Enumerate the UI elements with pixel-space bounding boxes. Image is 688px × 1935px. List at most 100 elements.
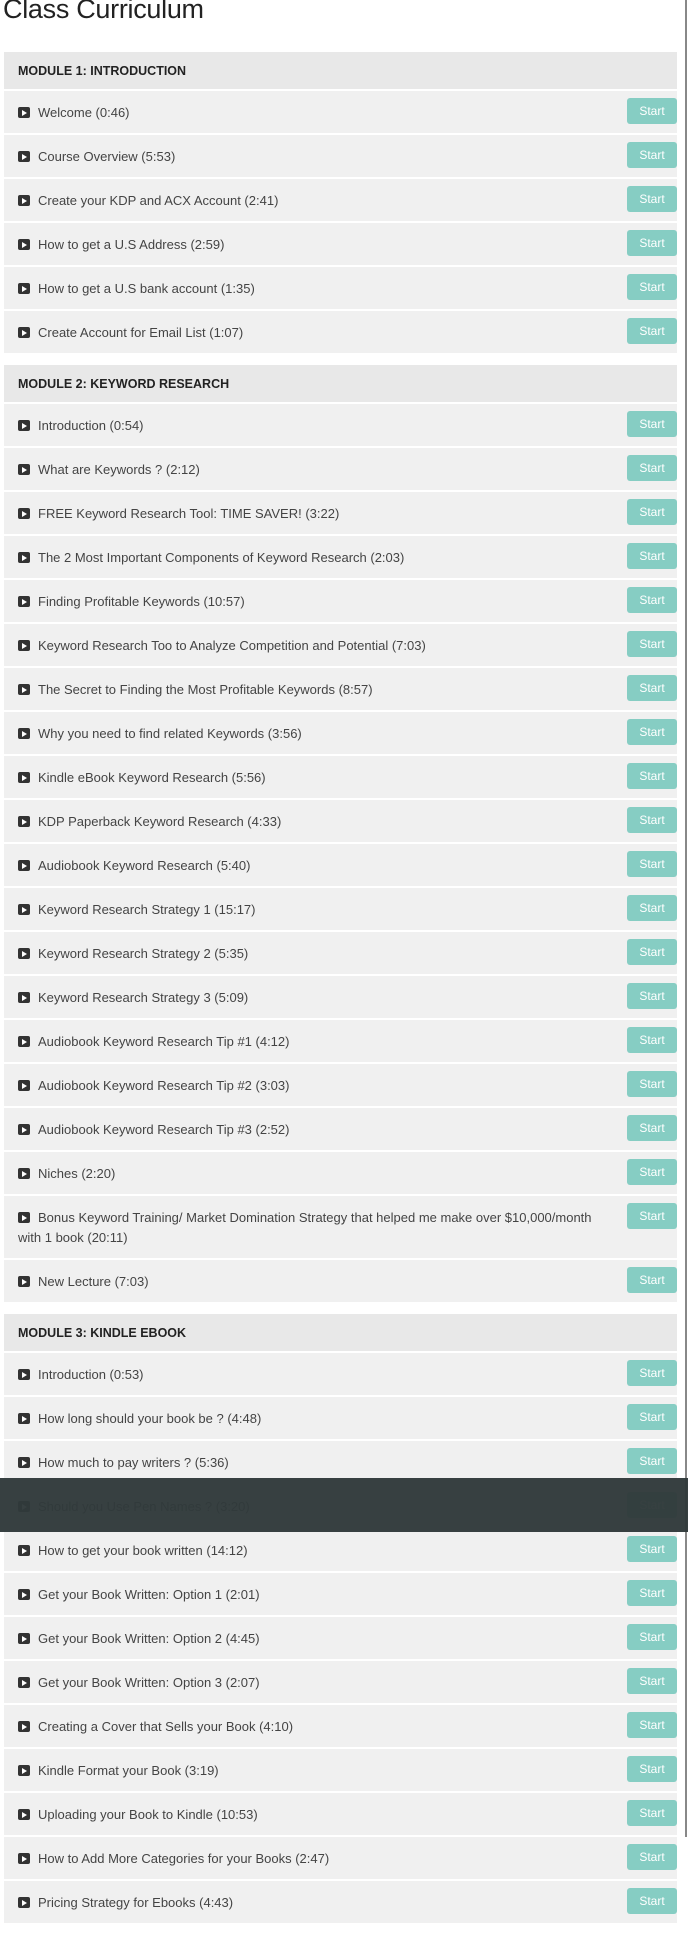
lecture-row[interactable]: FREE Keyword Research Tool: TIME SAVER! …	[4, 492, 677, 536]
lecture-title[interactable]: What are Keywords ? (2:12)	[38, 462, 200, 477]
lecture-title[interactable]: Finding Profitable Keywords (10:57)	[38, 594, 245, 609]
start-button[interactable]: Start	[627, 1580, 677, 1606]
lecture-row[interactable]: Creating a Cover that Sells your Book (4…	[4, 1705, 677, 1749]
lecture-row[interactable]: Welcome (0:46) Start	[4, 91, 677, 135]
lecture-row[interactable]: Introduction (0:53) Start	[4, 1353, 677, 1397]
lecture-row[interactable]: Audiobook Keyword Research Tip #3 (2:52)…	[4, 1108, 677, 1152]
start-button[interactable]: Start	[627, 1448, 677, 1474]
start-button[interactable]: Start	[627, 719, 677, 745]
lecture-title[interactable]: Keyword Research Strategy 2 (5:35)	[38, 946, 248, 961]
start-button[interactable]: Start	[627, 142, 677, 168]
start-button[interactable]: Start	[627, 1624, 677, 1650]
start-button[interactable]: Start	[627, 98, 677, 124]
lecture-row[interactable]: Finding Profitable Keywords (10:57) Start	[4, 580, 677, 624]
lecture-title[interactable]: New Lecture (7:03)	[38, 1274, 149, 1289]
start-button[interactable]: Start	[627, 186, 677, 212]
lecture-row[interactable]: Get your Book Written: Option 1 (2:01) St…	[4, 1573, 677, 1617]
start-button[interactable]: Start	[627, 851, 677, 877]
lecture-row[interactable]: Keyword Research Strategy 2 (5:35) Start	[4, 932, 677, 976]
start-button[interactable]: Start	[627, 1844, 677, 1870]
lecture-row[interactable]: Keyword Research Strategy 3 (5:09) Start	[4, 976, 677, 1020]
start-button[interactable]: Start	[627, 1159, 677, 1185]
lecture-title[interactable]: Create Account for Email List (1:07)	[38, 325, 243, 340]
start-button[interactable]: Start	[627, 1203, 677, 1229]
lecture-row[interactable]: Why you need to find related Keywords (3…	[4, 712, 677, 756]
lecture-title[interactable]: Audiobook Keyword Research Tip #1 (4:12)	[38, 1034, 289, 1049]
lecture-title[interactable]: Course Overview (5:53)	[38, 149, 175, 164]
lecture-title[interactable]: Kindle eBook Keyword Research (5:56)	[38, 770, 266, 785]
lecture-row[interactable]: Pricing Strategy for Ebooks (4:43) Start	[4, 1881, 677, 1925]
lecture-title[interactable]: Uploading your Book to Kindle (10:53)	[38, 1807, 258, 1822]
lecture-row[interactable]: How to Add More Categories for your Book…	[4, 1837, 677, 1881]
lecture-title[interactable]: Why you need to find related Keywords (3…	[38, 726, 302, 741]
start-button[interactable]: Start	[627, 411, 677, 437]
lecture-row[interactable]: Audiobook Keyword Research Tip #1 (4:12)…	[4, 1020, 677, 1064]
start-button[interactable]: Start	[627, 274, 677, 300]
lecture-title[interactable]: Welcome (0:46)	[38, 105, 130, 120]
lecture-row[interactable]: New Lecture (7:03) Start	[4, 1260, 677, 1304]
lecture-row[interactable]: How long should your book be ? (4:48) Sta…	[4, 1397, 677, 1441]
start-button[interactable]: Start	[627, 631, 677, 657]
start-button[interactable]: Start	[627, 455, 677, 481]
lecture-row[interactable]: Introduction (0:54) Start	[4, 404, 677, 448]
lecture-title[interactable]: Keyword Research Strategy 1 (15:17)	[38, 902, 256, 917]
start-button[interactable]: Start	[627, 1404, 677, 1430]
start-button[interactable]: Start	[627, 543, 677, 569]
start-button[interactable]: Start	[627, 1027, 677, 1053]
lecture-row[interactable]: KDP Paperback Keyword Research (4:33) Sta…	[4, 800, 677, 844]
lecture-row[interactable]: Uploading your Book to Kindle (10:53) Sta…	[4, 1793, 677, 1837]
start-button[interactable]: Start	[627, 807, 677, 833]
lecture-title[interactable]: Kindle Format your Book (3:19)	[38, 1763, 219, 1778]
start-button[interactable]: Start	[627, 587, 677, 613]
lecture-row[interactable]: What are Keywords ? (2:12) Start	[4, 448, 677, 492]
lecture-row[interactable]: The 2 Most Important Components of Keywo…	[4, 536, 677, 580]
lecture-title[interactable]: How to get a U.S Address (2:59)	[38, 237, 224, 252]
lecture-row[interactable]: How to get a U.S Address (2:59) Start	[4, 223, 677, 267]
start-button[interactable]: Start	[627, 230, 677, 256]
lecture-row[interactable]: Course Overview (5:53) Start	[4, 135, 677, 179]
lecture-title[interactable]: Keyword Research Too to Analyze Competit…	[38, 638, 426, 653]
start-button[interactable]: Start	[627, 318, 677, 344]
start-button[interactable]: Start	[627, 895, 677, 921]
lecture-title[interactable]: Keyword Research Strategy 3 (5:09)	[38, 990, 248, 1005]
lecture-title[interactable]: Niches (2:20)	[38, 1166, 115, 1181]
lecture-row[interactable]: Keyword Research Strategy 1 (15:17) Start	[4, 888, 677, 932]
lecture-row[interactable]: Keyword Research Too to Analyze Competit…	[4, 624, 677, 668]
lecture-title[interactable]: Bonus Keyword Training/ Market Dominatio…	[18, 1210, 592, 1245]
lecture-row[interactable]: The Secret to Finding the Most Profitabl…	[4, 668, 677, 712]
lecture-row[interactable]: Bonus Keyword Training/ Market Dominatio…	[4, 1196, 677, 1260]
start-button[interactable]: Start	[627, 1756, 677, 1782]
lecture-title[interactable]: The Secret to Finding the Most Profitabl…	[38, 682, 373, 697]
start-button[interactable]: Start	[627, 763, 677, 789]
lecture-title[interactable]: The 2 Most Important Components of Keywo…	[38, 550, 404, 565]
lecture-row[interactable]: Kindle Format your Book (3:19) Start	[4, 1749, 677, 1793]
start-button[interactable]: Start	[627, 1712, 677, 1738]
lecture-title[interactable]: Introduction (0:53)	[38, 1367, 144, 1382]
lecture-title[interactable]: FREE Keyword Research Tool: TIME SAVER! …	[38, 506, 339, 521]
start-button[interactable]: Start	[627, 1071, 677, 1097]
lecture-title[interactable]: How to get your book written (14:12)	[38, 1543, 248, 1558]
lecture-title[interactable]: How to Add More Categories for your Book…	[38, 1851, 329, 1866]
lecture-title[interactable]: KDP Paperback Keyword Research (4:33)	[38, 814, 281, 829]
lecture-row[interactable]: Get your Book Written: Option 3 (2:07) St…	[4, 1661, 677, 1705]
start-button[interactable]: Start	[627, 1536, 677, 1562]
lecture-title[interactable]: Introduction (0:54)	[38, 418, 144, 433]
start-button[interactable]: Start	[627, 1800, 677, 1826]
start-button[interactable]: Start	[627, 499, 677, 525]
start-button[interactable]: Start	[627, 1267, 677, 1293]
lecture-title[interactable]: Audiobook Keyword Research (5:40)	[38, 858, 250, 873]
lecture-row[interactable]: Audiobook Keyword Research Tip #2 (3:03)…	[4, 1064, 677, 1108]
start-button[interactable]: Start	[627, 1115, 677, 1141]
lecture-row[interactable]: Create Account for Email List (1:07) Star…	[4, 311, 677, 355]
lecture-title[interactable]: How much to pay writers ? (5:36)	[38, 1455, 229, 1470]
start-button[interactable]: Start	[627, 983, 677, 1009]
lecture-title[interactable]: Get your Book Written: Option 2 (4:45)	[38, 1631, 260, 1646]
start-button[interactable]: Start	[627, 675, 677, 701]
start-button[interactable]: Start	[627, 939, 677, 965]
lecture-title[interactable]: Audiobook Keyword Research Tip #2 (3:03)	[38, 1078, 289, 1093]
lecture-title[interactable]: Audiobook Keyword Research Tip #3 (2:52)	[38, 1122, 289, 1137]
lecture-title[interactable]: Creating a Cover that Sells your Book (4…	[38, 1719, 293, 1734]
lecture-row[interactable]: Niches (2:20) Start	[4, 1152, 677, 1196]
lecture-title[interactable]: Pricing Strategy for Ebooks (4:43)	[38, 1895, 233, 1910]
start-button[interactable]: Start	[627, 1360, 677, 1386]
